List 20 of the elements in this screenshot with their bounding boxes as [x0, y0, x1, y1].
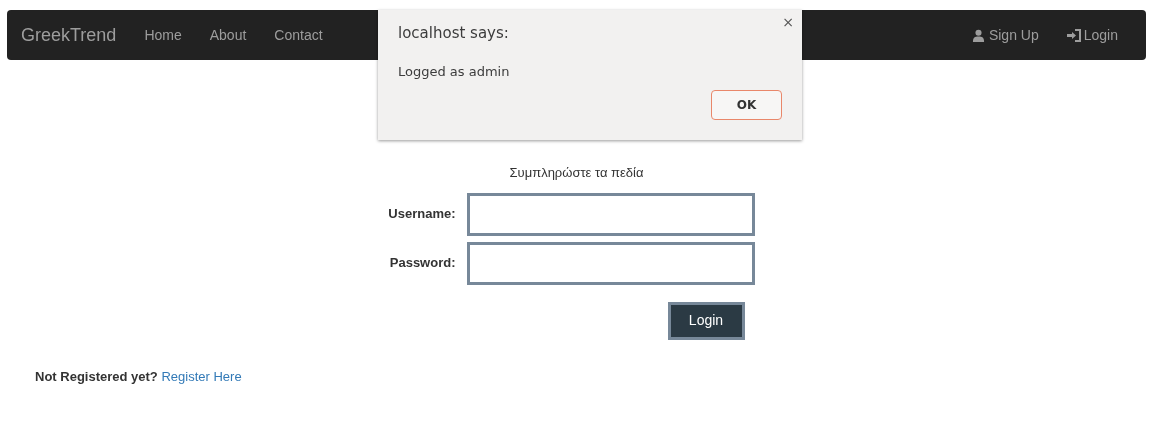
nav-link[interactable]: Sign Up [957, 24, 1053, 46]
login-button[interactable]: Login [667, 301, 745, 340]
subtitle: Συμπληρώστε τα πεδία [509, 164, 644, 182]
register-link[interactable]: Register Here [161, 369, 242, 384]
close-button[interactable]: × [782, 12, 794, 33]
ok-button[interactable]: OK [711, 90, 782, 120]
input-field[interactable] [466, 241, 755, 285]
login-icon [1066, 28, 1082, 42]
nav-link[interactable]: Home [130, 24, 196, 46]
register-prompt: Not Registered yet? Register Here [35, 368, 242, 386]
field-label: Username: [387, 205, 457, 224]
dialog-message: Logged as admin [398, 63, 510, 81]
input-field[interactable] [466, 192, 755, 236]
nav-link[interactable]: About [195, 24, 261, 46]
user-icon [971, 28, 985, 42]
dialog-title: localhost says: [398, 23, 509, 44]
nav-link[interactable]: Login [1052, 24, 1132, 46]
brand-link[interactable]: GreekTrend [21, 21, 117, 49]
nav-link[interactable]: Contact [260, 24, 337, 46]
field-label: Password: [388, 254, 457, 273]
